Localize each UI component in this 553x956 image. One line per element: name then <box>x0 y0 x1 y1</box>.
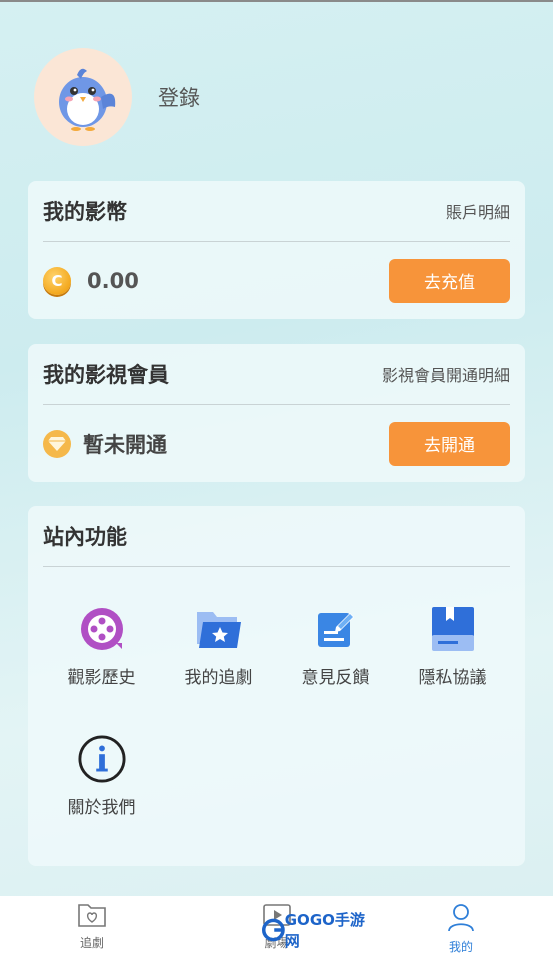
star-folder-icon <box>195 605 243 653</box>
coins-card: 我的影幣 賬戶明細 C 0.00 去充值 <box>28 181 525 319</box>
tab-label: 我的 <box>448 940 473 954</box>
feature-my-series[interactable]: 我的追劇 <box>160 605 277 688</box>
account-detail-link[interactable]: 賬戶明細 <box>446 199 510 223</box>
feature-privacy[interactable]: 隱私協議 <box>394 605 511 688</box>
info-icon <box>77 735 126 783</box>
status-bar-line <box>0 0 553 2</box>
feature-label: 意見反饋 <box>301 668 370 688</box>
features-title: 站內功能 <box>43 525 127 549</box>
recharge-button[interactable]: 去充值 <box>389 258 510 303</box>
feature-label: 我的追劇 <box>184 668 253 688</box>
watermark-text: GOGO手游网 <box>284 911 365 950</box>
site-watermark: GOGO手游网 <box>262 911 368 950</box>
activate-vip-button[interactable]: 去開通 <box>389 421 510 466</box>
features-card: 站內功能 觀影歷史 我的追劇 意見反饋 隱私協議 關於我們 <box>28 506 525 866</box>
bird-mascot-icon <box>59 68 116 131</box>
feature-about-us[interactable]: 關於我們 <box>43 735 160 818</box>
film-reel-icon <box>78 605 126 653</box>
login-link[interactable]: 登錄 <box>158 82 200 112</box>
tab-mine[interactable]: 我的 <box>369 896 553 956</box>
feature-label: 隱私協議 <box>418 668 487 688</box>
tab-following[interactable]: 追劇 <box>0 896 184 956</box>
person-icon <box>448 904 474 932</box>
coin-balance: 0.00 <box>87 268 139 293</box>
avatar[interactable] <box>34 48 132 146</box>
feature-watch-history[interactable]: 觀影歷史 <box>43 605 160 688</box>
feature-label: 觀影歷史 <box>67 668 136 688</box>
coins-title: 我的影幣 <box>43 200 127 224</box>
watermark-logo-icon <box>262 918 285 942</box>
feature-feedback[interactable]: 意見反饋 <box>277 605 394 688</box>
vip-detail-link[interactable]: 影視會員開通明細 <box>382 362 510 386</box>
feature-label: 關於我們 <box>67 798 136 818</box>
vip-card: 我的影視會員 影視會員開通明細 暫未開通 去開通 <box>28 344 525 482</box>
heart-folder-icon <box>78 904 106 927</box>
vip-status: 暫未開通 <box>83 432 167 457</box>
vip-title: 我的影視會員 <box>43 363 169 387</box>
tab-label: 追劇 <box>79 936 104 950</box>
coin-icon: C <box>43 266 71 295</box>
feedback-edit-icon <box>312 605 360 653</box>
privacy-book-icon <box>429 605 477 653</box>
profile-header: 登錄 <box>34 48 200 146</box>
diamond-icon <box>43 429 71 458</box>
